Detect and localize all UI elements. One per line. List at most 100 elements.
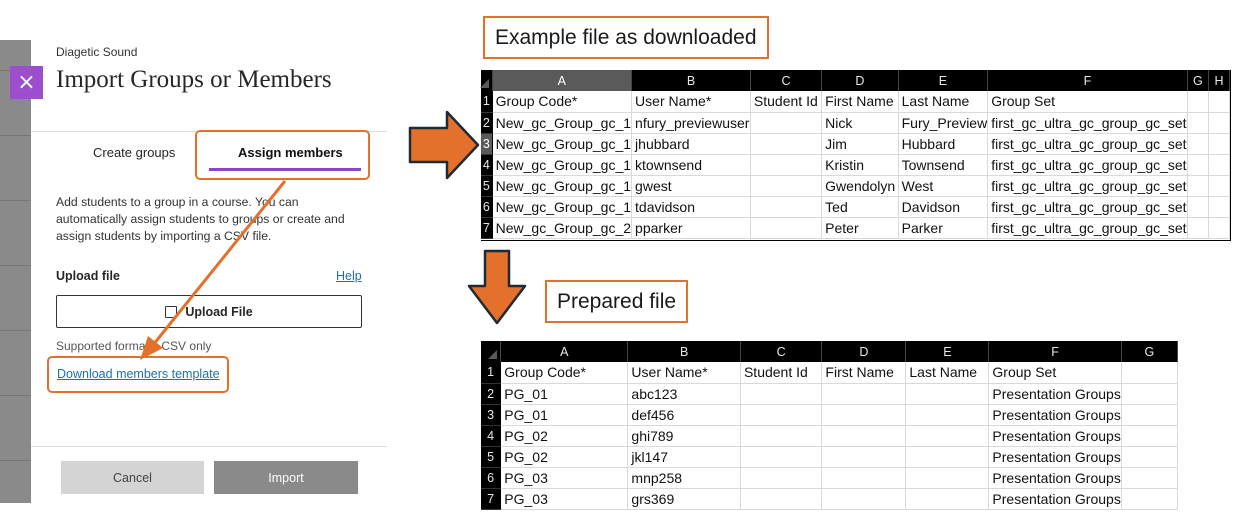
table-cell[interactable] bbox=[821, 383, 907, 405]
table-cell[interactable]: def456 bbox=[627, 404, 741, 426]
table-cell[interactable] bbox=[740, 488, 823, 510]
table-cell[interactable]: gwest bbox=[631, 175, 751, 197]
table-cell[interactable]: Group Code* bbox=[492, 91, 633, 113]
table-cell[interactable]: First Name bbox=[821, 91, 899, 113]
column-header-b[interactable]: B bbox=[631, 70, 751, 91]
table-cell[interactable] bbox=[1121, 425, 1179, 447]
table-cell[interactable]: PG_02 bbox=[500, 446, 629, 468]
row-header[interactable]: 5 bbox=[481, 175, 493, 197]
cancel-button[interactable]: Cancel bbox=[61, 461, 204, 494]
row-header[interactable]: 4 bbox=[481, 154, 493, 176]
table-cell[interactable] bbox=[1187, 175, 1210, 197]
table-cell[interactable]: Davidson bbox=[898, 196, 989, 218]
table-cell[interactable]: first_gc_ultra_gc_group_gc_set bbox=[987, 196, 1188, 218]
table-cell[interactable]: ktownsend bbox=[631, 154, 751, 176]
table-cell[interactable]: Presentation Groups bbox=[988, 446, 1122, 468]
table-cell[interactable]: Last Name bbox=[905, 362, 990, 384]
column-header-f[interactable]: F bbox=[987, 70, 1188, 91]
table-cell[interactable]: Student Id bbox=[740, 362, 823, 384]
table-cell[interactable] bbox=[1187, 133, 1210, 155]
column-header-g[interactable]: G bbox=[1187, 70, 1210, 91]
table-cell[interactable] bbox=[821, 467, 907, 489]
column-header-a[interactable]: A bbox=[492, 70, 633, 91]
column-header-e[interactable]: E bbox=[905, 341, 990, 362]
table-cell[interactable]: first_gc_ultra_gc_group_gc_set bbox=[987, 217, 1188, 239]
table-cell[interactable] bbox=[905, 467, 990, 489]
table-cell[interactable] bbox=[1208, 154, 1230, 176]
table-cell[interactable] bbox=[905, 446, 990, 468]
import-button[interactable]: Import bbox=[214, 461, 358, 494]
row-header[interactable]: 7 bbox=[481, 488, 502, 510]
table-cell[interactable]: jhubbard bbox=[631, 133, 751, 155]
table-cell[interactable]: New_gc_Group_gc_2 bbox=[492, 217, 633, 239]
table-cell[interactable] bbox=[1208, 91, 1230, 113]
table-cell[interactable]: User Name* bbox=[631, 91, 751, 113]
table-cell[interactable] bbox=[1121, 383, 1179, 405]
table-cell[interactable]: pparker bbox=[631, 217, 751, 239]
table-cell[interactable]: Parker bbox=[898, 217, 989, 239]
column-header-h[interactable]: H bbox=[1208, 70, 1230, 91]
table-cell[interactable] bbox=[750, 154, 823, 176]
table-cell[interactable]: West bbox=[898, 175, 989, 197]
row-header[interactable]: 4 bbox=[481, 425, 502, 447]
select-all-corner[interactable] bbox=[479, 70, 493, 91]
table-cell[interactable]: Presentation Groups bbox=[988, 425, 1122, 447]
table-cell[interactable] bbox=[905, 383, 990, 405]
column-header-d[interactable]: D bbox=[821, 341, 907, 362]
table-cell[interactable] bbox=[1187, 217, 1210, 239]
table-cell[interactable] bbox=[1121, 488, 1179, 510]
row-header[interactable]: 2 bbox=[481, 383, 502, 405]
column-header-a[interactable]: A bbox=[500, 341, 629, 362]
row-header[interactable]: 3 bbox=[481, 133, 493, 155]
table-cell[interactable] bbox=[1208, 196, 1230, 218]
table-cell[interactable]: ghi789 bbox=[627, 425, 741, 447]
table-cell[interactable]: Presentation Groups bbox=[988, 404, 1122, 426]
table-cell[interactable]: User Name* bbox=[627, 362, 741, 384]
table-cell[interactable]: abc123 bbox=[627, 383, 741, 405]
table-cell[interactable]: Group Code* bbox=[500, 362, 629, 384]
table-cell[interactable]: New_gc_Group_gc_1 bbox=[492, 154, 633, 176]
row-header[interactable]: 3 bbox=[481, 404, 502, 426]
table-cell[interactable] bbox=[1187, 154, 1210, 176]
table-cell[interactable] bbox=[905, 488, 990, 510]
table-cell[interactable]: first_gc_ultra_gc_group_gc_set bbox=[987, 133, 1188, 155]
table-cell[interactable]: jkl147 bbox=[627, 446, 741, 468]
table-cell[interactable]: Student Id bbox=[750, 91, 823, 113]
row-header[interactable]: 7 bbox=[481, 217, 493, 239]
table-cell[interactable]: Gwendolyn bbox=[821, 175, 899, 197]
table-cell[interactable]: First Name bbox=[821, 362, 907, 384]
table-cell[interactable] bbox=[821, 446, 907, 468]
table-cell[interactable] bbox=[1121, 467, 1179, 489]
table-cell[interactable] bbox=[1187, 91, 1210, 113]
table-cell[interactable]: Last Name bbox=[898, 91, 989, 113]
table-cell[interactable] bbox=[821, 404, 907, 426]
table-cell[interactable]: PG_03 bbox=[500, 467, 629, 489]
table-cell[interactable]: first_gc_ultra_gc_group_gc_set bbox=[987, 175, 1188, 197]
table-cell[interactable]: mnp258 bbox=[627, 467, 741, 489]
row-header[interactable]: 1 bbox=[481, 91, 493, 113]
table-cell[interactable]: first_gc_ultra_gc_group_gc_set bbox=[987, 112, 1188, 134]
table-cell[interactable]: Hubbard bbox=[898, 133, 989, 155]
column-header-c[interactable]: C bbox=[750, 70, 823, 91]
table-cell[interactable]: tdavidson bbox=[631, 196, 751, 218]
column-header-f[interactable]: F bbox=[988, 341, 1122, 362]
table-cell[interactable] bbox=[1208, 133, 1230, 155]
table-cell[interactable] bbox=[750, 133, 823, 155]
column-header-b[interactable]: B bbox=[627, 341, 741, 362]
table-cell[interactable]: Kristin bbox=[821, 154, 899, 176]
table-cell[interactable]: New_gc_Group_gc_1 bbox=[492, 175, 633, 197]
table-cell[interactable] bbox=[821, 425, 907, 447]
table-cell[interactable]: Presentation Groups bbox=[988, 467, 1122, 489]
table-cell[interactable]: PG_01 bbox=[500, 383, 629, 405]
table-cell[interactable]: New_gc_Group_gc_1 bbox=[492, 133, 633, 155]
table-cell[interactable]: PG_02 bbox=[500, 425, 629, 447]
table-cell[interactable]: Peter bbox=[821, 217, 899, 239]
table-cell[interactable]: Townsend bbox=[898, 154, 989, 176]
help-link[interactable]: Help bbox=[336, 269, 362, 283]
table-cell[interactable] bbox=[750, 112, 823, 134]
column-header-g[interactable]: G bbox=[1121, 341, 1179, 362]
table-cell[interactable] bbox=[1121, 362, 1179, 384]
table-cell[interactable]: first_gc_ultra_gc_group_gc_set bbox=[987, 154, 1188, 176]
table-cell[interactable] bbox=[1187, 112, 1210, 134]
table-cell[interactable] bbox=[750, 217, 823, 239]
